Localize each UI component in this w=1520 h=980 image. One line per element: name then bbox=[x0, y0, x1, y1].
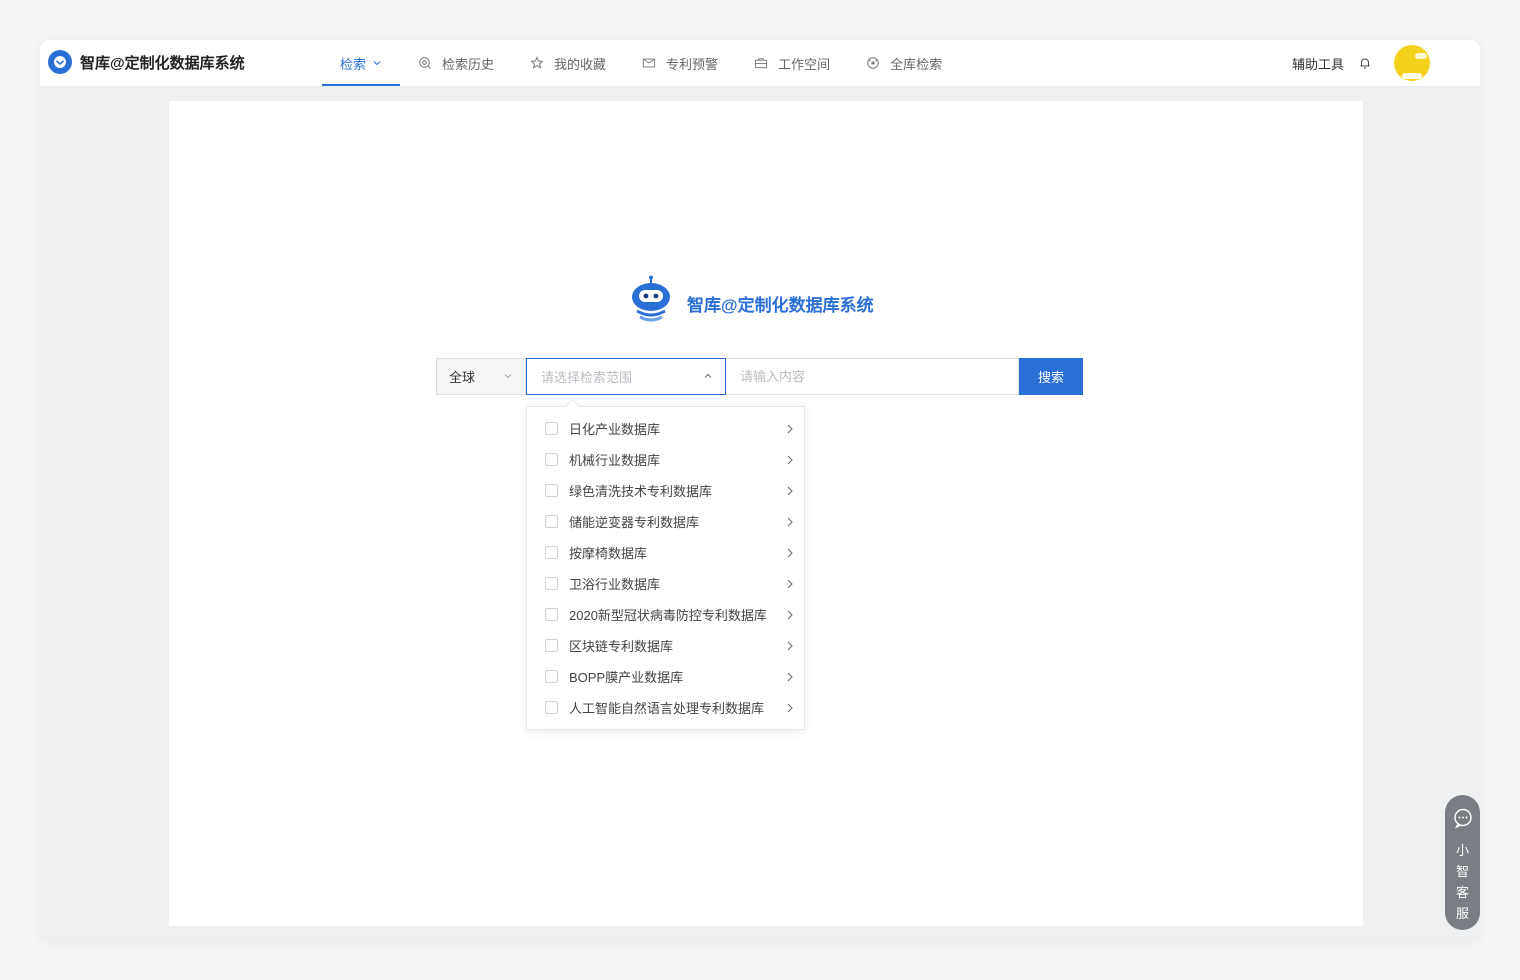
scope-select[interactable]: 全球 bbox=[436, 358, 526, 395]
avatar[interactable] bbox=[1394, 45, 1430, 81]
star-icon bbox=[530, 56, 544, 70]
nav-full-search-label: 全库检索 bbox=[890, 56, 943, 72]
list-item[interactable]: 卫浴行业数据库 bbox=[527, 568, 804, 599]
list-item[interactable]: 机械行业数据库 bbox=[527, 444, 804, 475]
scope-select-value: 全球 bbox=[449, 370, 476, 385]
nav-search[interactable]: 检索 bbox=[322, 40, 401, 86]
robot-logo-icon bbox=[627, 275, 675, 332]
chevron-right-icon[interactable] bbox=[786, 703, 794, 713]
list-item-label: 日化产业数据库 bbox=[569, 422, 661, 437]
chevron-right-icon[interactable] bbox=[786, 641, 794, 651]
list-item[interactable]: 2020新型冠状病毒防控专利数据库 bbox=[527, 599, 804, 630]
search-panel: 智库@定制化数据库系统 全球 请选择检索范围 搜索 bbox=[169, 101, 1363, 926]
nav-patent-warning[interactable]: 专利预警 bbox=[624, 40, 736, 86]
bell-icon[interactable] bbox=[1358, 56, 1372, 70]
hero-title: 智库@定制化数据库系统 bbox=[687, 296, 874, 315]
nav-favorites-label: 我的收藏 bbox=[554, 56, 607, 72]
nav-workspace[interactable]: 工作空间 bbox=[736, 40, 848, 86]
avatar-cloud-icon bbox=[1415, 53, 1427, 59]
chevron-right-icon[interactable] bbox=[786, 672, 794, 682]
chevron-down-icon bbox=[503, 369, 513, 384]
nav-search-history-label: 检索历史 bbox=[442, 56, 495, 72]
checkbox[interactable] bbox=[545, 515, 558, 528]
list-item[interactable]: 日化产业数据库 bbox=[527, 413, 804, 444]
nav-search-label: 检索 bbox=[340, 56, 367, 72]
nav-workspace-label: 工作空间 bbox=[778, 56, 831, 72]
checkbox[interactable] bbox=[545, 422, 558, 435]
nav-patent-warning-label: 专利预警 bbox=[666, 56, 719, 72]
checkbox[interactable] bbox=[545, 453, 558, 466]
app-title: 智库@定制化数据库系统 bbox=[80, 54, 245, 72]
range-select[interactable]: 请选择检索范围 bbox=[526, 358, 726, 395]
search-button[interactable]: 搜索 bbox=[1019, 358, 1083, 395]
top-navbar: 智库@定制化数据库系统 检索 检索历史 我的收藏 专利预警 工作空间 全库检索 … bbox=[40, 40, 1480, 87]
chevron-right-icon[interactable] bbox=[786, 548, 794, 558]
checkbox[interactable] bbox=[545, 670, 558, 683]
list-item-label: 人工智能自然语言处理专利数据库 bbox=[569, 701, 765, 716]
list-item-label: 机械行业数据库 bbox=[569, 453, 661, 468]
chevron-right-icon[interactable] bbox=[786, 579, 794, 589]
range-dropdown: 日化产业数据库 机械行业数据库 绿色清洗技术专利数据库 储能逆变器专利数据库 按… bbox=[526, 406, 805, 730]
checkbox[interactable] bbox=[545, 577, 558, 590]
chevron-right-icon[interactable] bbox=[786, 455, 794, 465]
brand-logo-icon bbox=[48, 50, 72, 74]
checkbox[interactable] bbox=[545, 546, 558, 559]
list-item-label: 储能逆变器专利数据库 bbox=[569, 515, 700, 530]
nav-favorites[interactable]: 我的收藏 bbox=[512, 40, 624, 86]
list-item-label: 绿色清洗技术专利数据库 bbox=[569, 484, 713, 499]
range-dropdown-list: 日化产业数据库 机械行业数据库 绿色清洗技术专利数据库 储能逆变器专利数据库 按… bbox=[527, 413, 804, 723]
checkbox[interactable] bbox=[545, 484, 558, 497]
list-item[interactable]: 绿色清洗技术专利数据库 bbox=[527, 475, 804, 506]
avatar-ground-icon bbox=[1402, 73, 1422, 79]
chat-bubble-icon bbox=[1452, 807, 1474, 834]
globe-icon bbox=[866, 56, 880, 70]
search-input[interactable] bbox=[726, 358, 1019, 395]
nav-full-search[interactable]: 全库检索 bbox=[848, 40, 960, 86]
list-item[interactable]: 储能逆变器专利数据库 bbox=[527, 506, 804, 537]
checkbox[interactable] bbox=[545, 608, 558, 621]
chevron-right-icon[interactable] bbox=[786, 517, 794, 527]
list-item[interactable]: 按摩椅数据库 bbox=[527, 537, 804, 568]
list-item-label: 2020新型冠状病毒防控专利数据库 bbox=[569, 608, 767, 623]
nav-search-history[interactable]: 检索历史 bbox=[400, 40, 512, 86]
range-select-placeholder: 请选择检索范围 bbox=[541, 370, 633, 385]
warning-mail-icon bbox=[642, 56, 656, 70]
list-item[interactable]: 区块链专利数据库 bbox=[527, 630, 804, 661]
list-item-label: 按摩椅数据库 bbox=[569, 546, 648, 561]
main-nav: 检索 检索历史 我的收藏 专利预警 工作空间 全库检索 bbox=[322, 40, 960, 86]
hero: 智库@定制化数据库系统 bbox=[627, 275, 874, 332]
header-tools: 辅助工具 bbox=[1292, 40, 1430, 86]
chevron-down-icon bbox=[372, 58, 382, 68]
customer-service-label: 小智客服 bbox=[1455, 843, 1469, 921]
checkbox[interactable] bbox=[545, 701, 558, 714]
search-bar: 全球 请选择检索范围 搜索 bbox=[436, 358, 1083, 395]
chevron-right-icon[interactable] bbox=[786, 610, 794, 620]
list-item-label: BOPP膜产业数据库 bbox=[569, 670, 684, 685]
customer-service-button[interactable]: 小智客服 bbox=[1445, 795, 1480, 930]
search-history-icon bbox=[418, 56, 432, 70]
chevron-up-icon bbox=[703, 369, 713, 384]
checkbox[interactable] bbox=[545, 639, 558, 652]
brand[interactable]: 智库@定制化数据库系统 bbox=[48, 50, 245, 74]
list-item-label: 卫浴行业数据库 bbox=[569, 577, 661, 592]
chevron-right-icon[interactable] bbox=[786, 486, 794, 496]
list-item-label: 区块链专利数据库 bbox=[569, 639, 674, 654]
briefcase-icon bbox=[754, 56, 768, 70]
list-item[interactable]: 人工智能自然语言处理专利数据库 bbox=[527, 692, 804, 723]
chevron-right-icon[interactable] bbox=[786, 424, 794, 434]
app-window: 智库@定制化数据库系统 检索 检索历史 我的收藏 专利预警 工作空间 全库检索 … bbox=[40, 40, 1480, 940]
assist-tools-button[interactable]: 辅助工具 bbox=[1292, 54, 1344, 73]
list-item[interactable]: BOPP膜产业数据库 bbox=[527, 661, 804, 692]
